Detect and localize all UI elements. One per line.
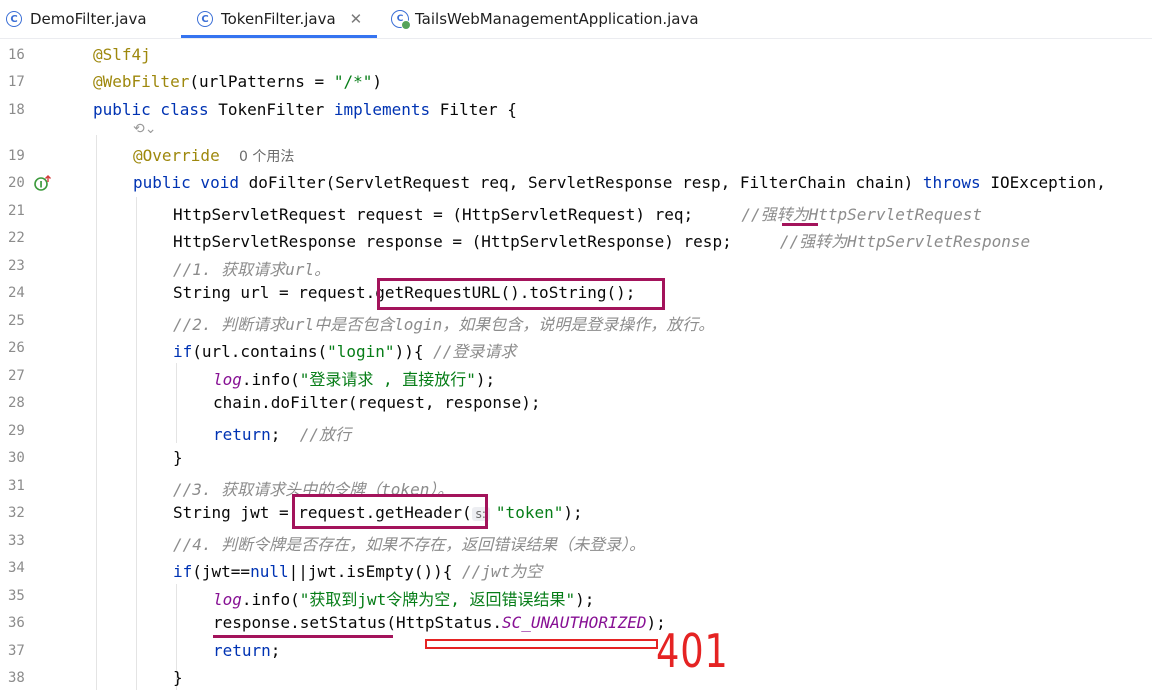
close-icon[interactable]: ✕ xyxy=(350,10,363,28)
line-number: 35 xyxy=(8,588,25,604)
code-vision-icon[interactable]: ⟲⌄ xyxy=(133,121,156,137)
code-line-23: //1. 获取请求url。 xyxy=(173,260,331,279)
spring-boot-class-icon: C xyxy=(391,10,411,30)
code-line-28: chain.doFilter(request, response); xyxy=(213,393,541,412)
highlight-box-getheader xyxy=(292,494,488,529)
line-number: 34 xyxy=(8,560,25,576)
code-line-37: return; xyxy=(213,641,281,660)
code-line-16: @Slf4j xyxy=(93,45,151,64)
code-editor[interactable]: 16 17 18 19 20 21 22 23 24 25 26 27 28 2… xyxy=(0,39,1152,690)
code-line-17: @WebFilter(urlPatterns = "/*") xyxy=(93,72,382,91)
code-line-26: if(url.contains("login")){ //登录请求 xyxy=(173,342,517,361)
line-number: 24 xyxy=(8,285,25,301)
tab-label: TokenFilter.java xyxy=(221,10,336,28)
line-number: 36 xyxy=(8,615,25,631)
code-line-33: //4. 判断令牌是否存在，如果不存在，返回错误结果（未登录）。 xyxy=(173,535,646,554)
svg-text:I: I xyxy=(39,181,42,191)
code-line-18: public class TokenFilter implements Filt… xyxy=(93,100,517,119)
code-line-25: //2. 判断请求url中是否包含login，如果包含，说明是登录操作，放行。 xyxy=(173,315,715,334)
line-number: 31 xyxy=(8,478,25,494)
indent-guide xyxy=(176,363,177,443)
line-number: 29 xyxy=(8,423,25,439)
active-tab-indicator xyxy=(181,35,377,38)
line-number: 23 xyxy=(8,258,25,274)
underline-annotation xyxy=(782,223,818,226)
code-line-38: } xyxy=(173,668,183,687)
status-code-annotation: 401 xyxy=(656,624,729,678)
underline-setstatus xyxy=(213,635,393,638)
code-line-27: log.info("登录请求 , 直接放行"); xyxy=(213,370,496,389)
tab-tokenfilter[interactable]: C TokenFilter.java ✕ xyxy=(197,0,362,38)
code-line-30: } xyxy=(173,448,183,467)
line-number: 32 xyxy=(8,505,25,521)
indent-guide xyxy=(96,135,97,690)
tab-label: TailsWebManagementApplication.java xyxy=(415,10,699,28)
line-number: 33 xyxy=(8,533,25,549)
code-line-22: HttpServletResponse response = (HttpServ… xyxy=(173,232,1031,251)
usages-inlay: 0 个用法 xyxy=(238,149,295,165)
code-line-35: log.info("获取到jwt令牌为空, 返回错误结果"); xyxy=(213,590,595,609)
line-number: 27 xyxy=(8,368,25,384)
line-number: 25 xyxy=(8,313,25,329)
tab-demofilter[interactable]: C DemoFilter.java xyxy=(6,0,147,38)
line-number: 30 xyxy=(8,450,25,466)
editor-tab-bar: C DemoFilter.java C TokenFilter.java ✕ C… xyxy=(0,0,1152,39)
code-line-29: return; //放行 xyxy=(213,425,351,444)
override-method-icon[interactable]: I xyxy=(34,174,52,192)
code-line-20: public void doFilter(ServletRequest req,… xyxy=(133,173,1106,192)
code-line-36: response.setStatus(HttpStatus.SC_UNAUTHO… xyxy=(213,613,666,632)
line-number: 16 xyxy=(8,47,25,63)
red-underline-annotation xyxy=(425,639,658,649)
line-number: 38 xyxy=(8,670,25,686)
line-number: 21 xyxy=(8,203,25,219)
code-line-21: HttpServletRequest request = (HttpServle… xyxy=(173,205,983,224)
line-number: 22 xyxy=(8,230,25,246)
line-number: 19 xyxy=(8,148,25,164)
line-number: 37 xyxy=(8,643,25,659)
class-icon: C xyxy=(197,11,213,27)
line-number: 26 xyxy=(8,340,25,356)
indent-guide xyxy=(136,197,137,690)
tab-tailswebmanagementapplication[interactable]: C TailsWebManagementApplication.java xyxy=(391,0,699,38)
line-number: 18 xyxy=(8,102,25,118)
code-line-19: @Override 0 个用法 xyxy=(133,146,295,165)
tab-label: DemoFilter.java xyxy=(30,10,147,28)
class-icon: C xyxy=(6,11,22,27)
code-line-34: if(jwt==null||jwt.isEmpty()){ //jwt为空 xyxy=(173,562,543,581)
line-number: 20 xyxy=(8,175,25,191)
line-number: 17 xyxy=(8,74,25,90)
highlight-box-getrequesturl xyxy=(377,278,665,310)
line-number: 28 xyxy=(8,395,25,411)
